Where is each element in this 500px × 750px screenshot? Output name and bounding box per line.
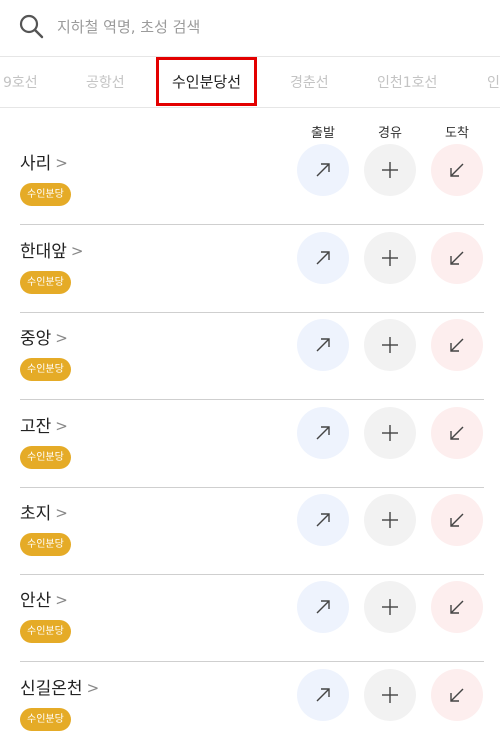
depart-button[interactable]	[297, 407, 349, 459]
station-name-link[interactable]: 초지 >	[20, 499, 68, 524]
line-badge: 수인분당	[20, 708, 71, 731]
depart-button[interactable]	[297, 494, 349, 546]
via-button[interactable]	[364, 144, 416, 196]
chevron-right-icon: >	[55, 154, 68, 172]
station-row: 초지 > 수인분당	[0, 488, 500, 575]
tab-gyeongchun[interactable]: 경춘선	[290, 72, 329, 92]
arrive-button[interactable]	[431, 494, 483, 546]
arrive-button[interactable]	[431, 144, 483, 196]
arrow-down-left-icon	[450, 688, 464, 702]
arrow-up-right-icon	[316, 163, 330, 177]
plus-icon	[382, 687, 398, 703]
arrow-up-right-icon	[316, 251, 330, 265]
station-name-link[interactable]: 안산 >	[20, 586, 68, 611]
arrow-down-left-icon	[450, 251, 464, 265]
arrow-down-left-icon	[450, 513, 464, 527]
plus-icon	[382, 512, 398, 528]
station-name: 사리	[20, 154, 52, 174]
tab-line9[interactable]: 9호선	[3, 72, 38, 92]
station-name: 중앙	[20, 329, 52, 349]
depart-button[interactable]	[297, 232, 349, 284]
arrow-down-left-icon	[450, 600, 464, 614]
chevron-right-icon: >	[70, 242, 84, 260]
tab-incheon2[interactable]: 인	[487, 72, 500, 92]
plus-icon	[382, 162, 398, 178]
chevron-right-icon: >	[86, 679, 100, 697]
arrive-button[interactable]	[431, 669, 483, 721]
station-name: 초지	[20, 504, 52, 524]
arrive-button[interactable]	[431, 232, 483, 284]
arrow-up-right-icon	[316, 513, 330, 527]
via-button[interactable]	[364, 232, 416, 284]
depart-button[interactable]	[297, 319, 349, 371]
via-button[interactable]	[364, 319, 416, 371]
line-badge: 수인분당	[20, 271, 71, 294]
via-button[interactable]	[364, 407, 416, 459]
depart-button[interactable]	[297, 669, 349, 721]
via-button[interactable]	[364, 581, 416, 633]
station-name-link[interactable]: 사리 >	[20, 149, 68, 174]
chevron-right-icon: >	[55, 329, 68, 347]
station-row: 중앙 > 수인분당	[0, 313, 500, 400]
station-name-link[interactable]: 신길온천 >	[20, 674, 99, 699]
arrow-up-right-icon	[316, 338, 330, 352]
station-name-link[interactable]: 중앙 >	[20, 324, 68, 349]
line-badge: 수인분당	[20, 183, 71, 206]
row-divider	[20, 224, 484, 225]
tab-incheon1[interactable]: 인천1호선	[377, 72, 437, 92]
line-badge: 수인분당	[20, 446, 71, 469]
search-input[interactable]: 지하철 역명, 초성 검색	[57, 16, 200, 37]
search-bar[interactable]: 지하철 역명, 초성 검색	[0, 0, 500, 57]
arrive-button[interactable]	[431, 319, 483, 371]
line-badge: 수인분당	[20, 358, 71, 381]
station-row: 고잔 > 수인분당	[0, 401, 500, 488]
arrow-up-right-icon	[316, 688, 330, 702]
arrow-up-right-icon	[316, 600, 330, 614]
row-divider	[20, 661, 484, 662]
plus-icon	[382, 425, 398, 441]
station-name-link[interactable]: 고잔 >	[20, 412, 68, 437]
chevron-right-icon: >	[55, 591, 68, 609]
depart-button[interactable]	[297, 144, 349, 196]
arrive-button[interactable]	[431, 407, 483, 459]
active-tab-highlight	[156, 57, 257, 106]
arrow-up-right-icon	[316, 426, 330, 440]
plus-icon	[382, 599, 398, 615]
row-divider	[20, 399, 484, 400]
station-name: 한대앞	[20, 242, 67, 262]
arrow-down-left-icon	[450, 163, 464, 177]
arrow-down-left-icon	[450, 426, 464, 440]
chevron-right-icon: >	[55, 417, 68, 435]
station-name: 고잔	[20, 417, 52, 437]
station-name: 신길온천	[20, 679, 83, 699]
line-badge: 수인분당	[20, 620, 71, 643]
station-row: 사리 > 수인분당	[0, 138, 500, 225]
line-badge: 수인분당	[20, 533, 71, 556]
arrive-button[interactable]	[431, 581, 483, 633]
plus-icon	[382, 337, 398, 353]
tab-airport[interactable]: 공항선	[86, 72, 125, 92]
station-row: 한대앞 > 수인분당	[0, 226, 500, 313]
via-button[interactable]	[364, 669, 416, 721]
plus-icon	[382, 250, 398, 266]
station-row: 안산 > 수인분당	[0, 575, 500, 662]
search-icon	[18, 13, 44, 39]
via-button[interactable]	[364, 494, 416, 546]
chevron-right-icon: >	[55, 504, 68, 522]
station-name-link[interactable]: 한대앞 >	[20, 237, 84, 262]
arrow-down-left-icon	[450, 338, 464, 352]
station-name: 안산	[20, 591, 52, 611]
depart-button[interactable]	[297, 581, 349, 633]
